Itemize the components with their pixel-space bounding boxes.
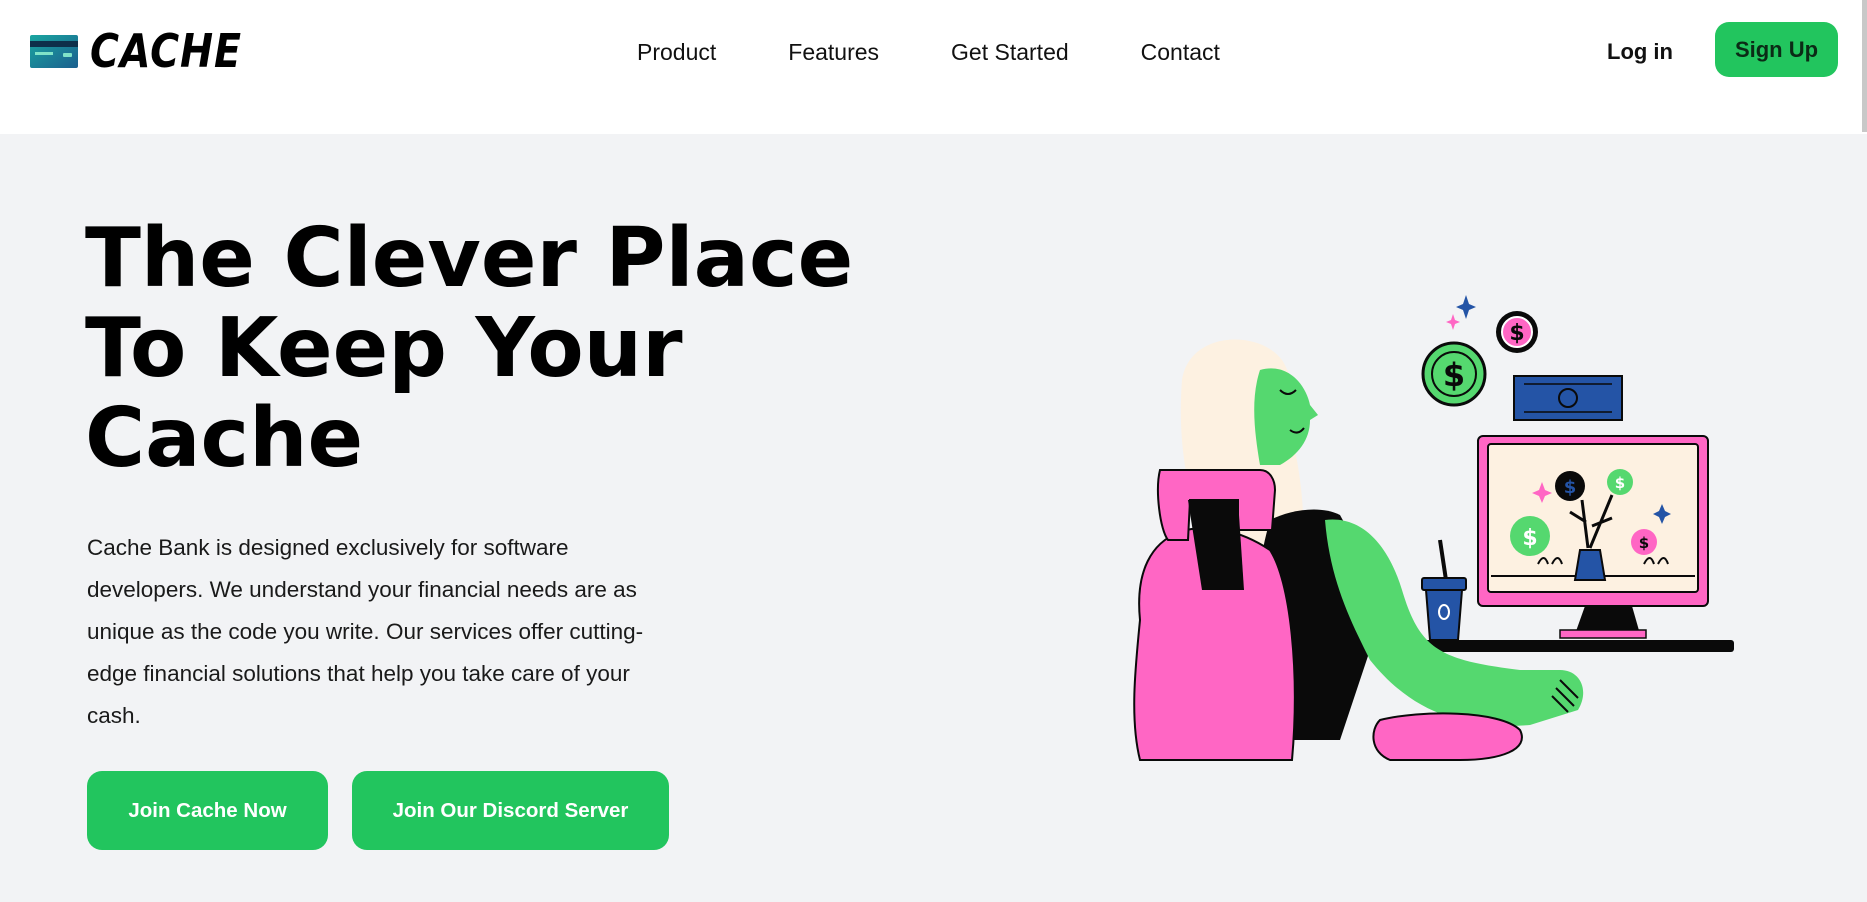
cup-icon [1421, 539, 1467, 641]
woman-at-computer-illustration: $ $ $ $ $ $ [1133, 295, 1734, 761]
svg-text:$: $ [1615, 474, 1625, 492]
join-cache-button[interactable]: Join Cache Now [87, 771, 328, 850]
nav-link-contact[interactable]: Contact [1141, 32, 1220, 72]
nav-link-get-started[interactable]: Get Started [951, 32, 1069, 72]
nav-link-product[interactable]: Product [637, 32, 716, 72]
svg-text:$: $ [1639, 534, 1649, 552]
scrollbar-thumb[interactable] [1862, 0, 1867, 132]
brand-name: CACHE [90, 24, 242, 78]
coin-icon-green: $ [1421, 341, 1487, 407]
hero-description: Cache Bank is designed exclusively for s… [87, 535, 644, 728]
svg-text:$: $ [1564, 477, 1577, 498]
hero-title: The Clever Place To Keep Your Cache [85, 214, 865, 484]
join-discord-button[interactable]: Join Our Discord Server [352, 771, 669, 850]
banknote-icon [1513, 375, 1623, 421]
signup-button[interactable]: Sign Up [1715, 22, 1838, 77]
svg-text:$: $ [1509, 321, 1524, 346]
navbar: CACHE Product Features Get Started Conta… [0, 0, 1867, 134]
hero-title-line-2: To Keep Your [85, 301, 683, 396]
credit-card-icon [30, 34, 78, 68]
monitor-icon: $ $ $ $ [1477, 435, 1709, 639]
logo-link[interactable]: CACHE [30, 24, 267, 78]
svg-text:$: $ [1443, 356, 1465, 394]
hero-title-line-1: The Clever Place [85, 211, 854, 306]
coin-icon-pink: $ [1496, 311, 1538, 353]
hero-title-line-3: Cache [85, 391, 364, 486]
login-link[interactable]: Log in [1607, 32, 1673, 72]
main-nav: Product Features Get Started Contact [637, 32, 1220, 72]
svg-text:$: $ [1522, 526, 1537, 551]
nav-link-features[interactable]: Features [788, 32, 879, 72]
